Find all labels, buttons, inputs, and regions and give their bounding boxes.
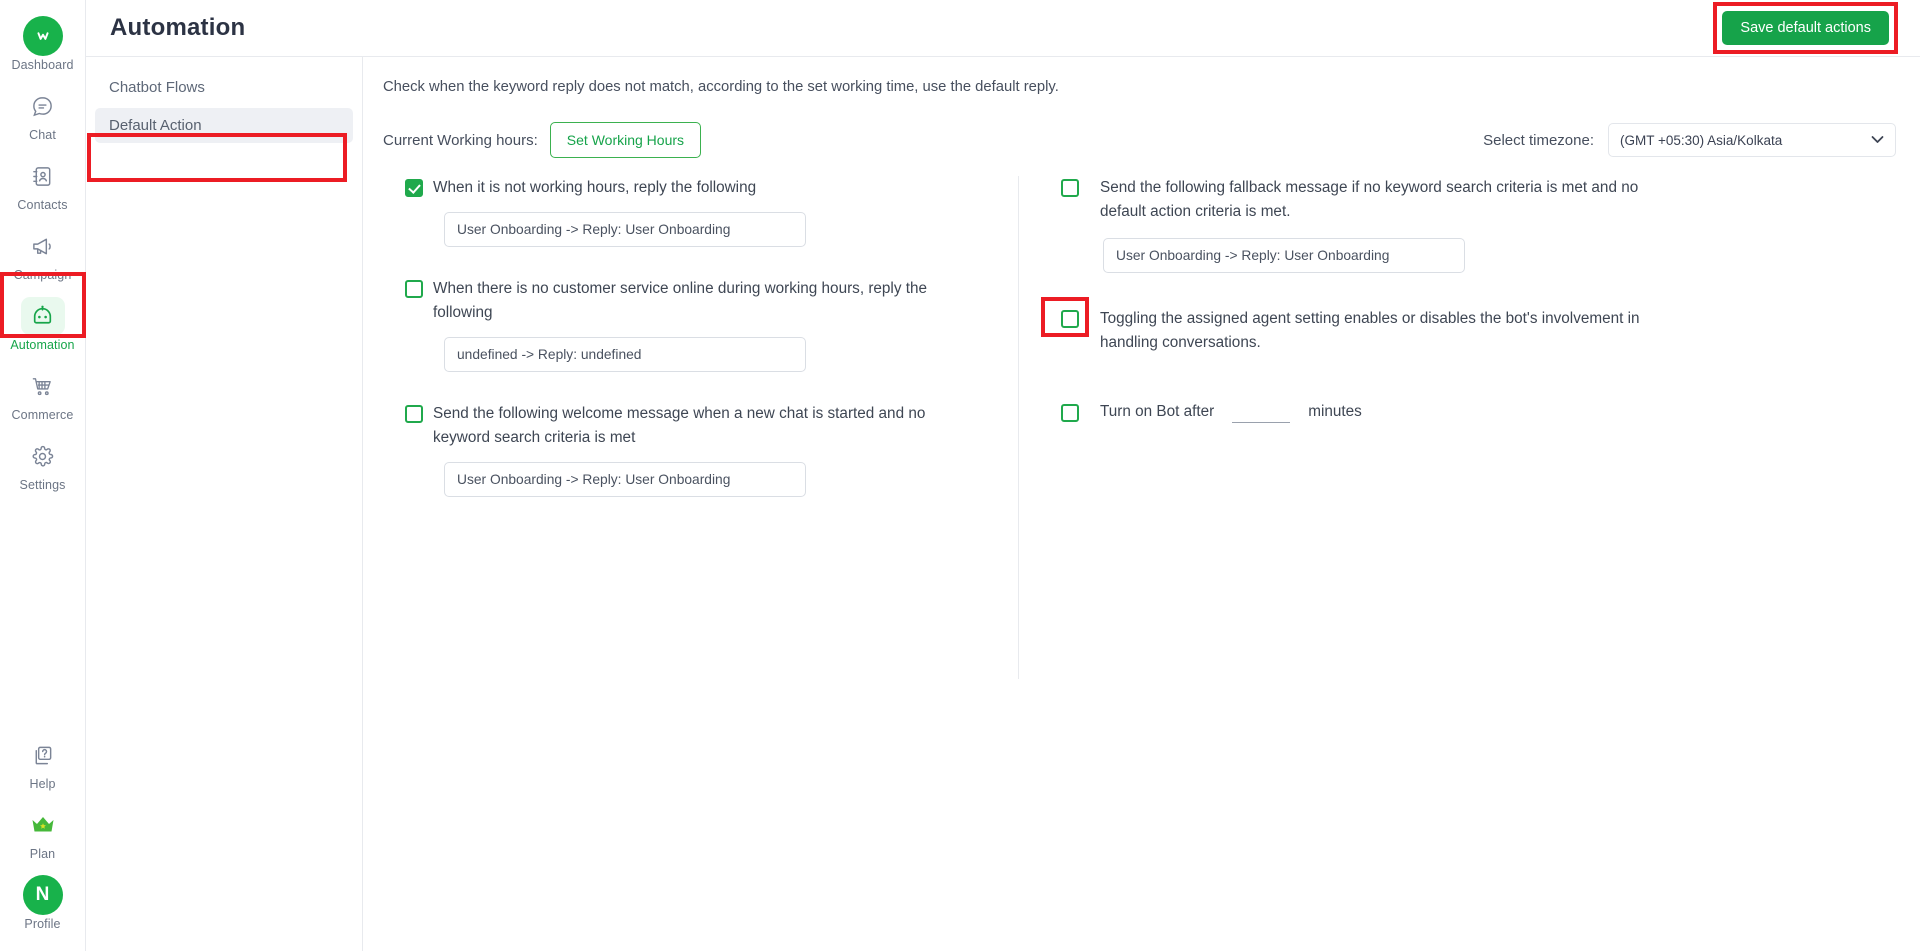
gear-icon xyxy=(21,437,65,475)
sidebar-item-label: Commerce xyxy=(11,408,74,422)
sidebar-item-label: Settings xyxy=(19,478,66,492)
app-root: Dashboard Chat Contacts Campaign Automat… xyxy=(0,0,1920,951)
option-turn-on-bot: Turn on Bot after minutes xyxy=(1043,401,1896,423)
primary-sidebar: Dashboard Chat Contacts Campaign Automat… xyxy=(0,0,86,951)
sidebar-item-label: Profile xyxy=(24,917,61,931)
turn-on-bot-row: Turn on Bot after minutes xyxy=(1100,401,1896,423)
option-label: When it is not working hours, reply the … xyxy=(433,179,757,196)
reply-select-not-working-hours[interactable]: User Onboarding -> Reply: User Onboardin… xyxy=(444,212,806,247)
sidebar-item-profile[interactable]: N Profile xyxy=(0,867,85,937)
sidebar-top-group: Dashboard Chat Contacts Campaign Automat… xyxy=(0,0,85,498)
checkbox-turn-on-bot[interactable] xyxy=(1061,404,1079,422)
shopping-cart-icon xyxy=(21,367,65,405)
subnav-item-default-action[interactable]: Default Action xyxy=(95,108,353,143)
option-label: Send the following welcome message when … xyxy=(433,405,926,446)
checkbox-not-working-hours[interactable] xyxy=(405,179,423,197)
timezone-select[interactable]: (GMT +05:30) Asia/Kolkata xyxy=(1608,123,1896,157)
sidebar-item-help[interactable]: Help xyxy=(0,727,85,797)
sidebar-item-label: Contacts xyxy=(17,198,68,212)
contacts-book-icon xyxy=(21,157,65,195)
timezone-group: Select timezone: (GMT +05:30) Asia/Kolka… xyxy=(1483,123,1896,157)
robot-icon xyxy=(20,297,65,335)
chat-bubble-icon xyxy=(21,87,65,125)
content-area: Automation Save default actions Chatbot … xyxy=(86,0,1920,951)
page-title: Automation xyxy=(110,14,246,41)
sidebar-item-chat[interactable]: Chat xyxy=(0,78,85,148)
subnav-item-label: Chatbot Flows xyxy=(109,79,205,96)
sidebar-item-label: Campaign xyxy=(13,268,72,282)
sidebar-item-label: Help xyxy=(29,777,56,791)
chevron-down-icon xyxy=(1871,134,1884,146)
options-columns: When it is not working hours, reply the … xyxy=(363,176,1920,679)
intro-text: Check when the keyword reply does not ma… xyxy=(383,79,1059,95)
secondary-sidebar: Chatbot Flows Default Action xyxy=(86,57,363,951)
sidebar-item-contacts[interactable]: Contacts xyxy=(0,148,85,218)
sidebar-item-plan[interactable]: Plan xyxy=(0,797,85,867)
checkbox-no-agent-online[interactable] xyxy=(405,280,423,298)
reply-select-no-agent-online[interactable]: undefined -> Reply: undefined xyxy=(444,337,806,372)
sidebar-item-commerce[interactable]: Commerce xyxy=(0,358,85,428)
working-hours-row: Current Working hours: Set Working Hours… xyxy=(363,97,1920,158)
turn-on-bot-prefix-label: Turn on Bot after xyxy=(1100,403,1215,420)
turn-on-bot-suffix-label: minutes xyxy=(1308,403,1362,420)
sidebar-item-campaign[interactable]: Campaign xyxy=(0,218,85,288)
sidebar-item-label: Chat xyxy=(29,128,56,142)
checkbox-welcome-message[interactable] xyxy=(405,405,423,423)
megaphone-icon xyxy=(21,227,65,265)
option-assigned-agent-toggle: Toggling the assigned agent setting enab… xyxy=(1041,297,1896,355)
avatar-icon: N xyxy=(21,875,65,915)
main-panel: Check when the keyword reply does not ma… xyxy=(363,57,1920,951)
option-label: Send the following fallback message if n… xyxy=(1100,179,1639,220)
left-options-column: When it is not working hours, reply the … xyxy=(383,176,1018,679)
save-default-actions-button[interactable]: Save default actions xyxy=(1722,11,1889,45)
logo-whatsapp-chat-icon xyxy=(21,16,65,56)
avatar: N xyxy=(22,875,63,915)
option-no-agent-online: When there is no customer service online… xyxy=(383,277,998,372)
working-hours-label: Current Working hours: xyxy=(383,131,538,149)
option-label: When there is no customer service online… xyxy=(433,280,927,321)
option-not-working-hours: When it is not working hours, reply the … xyxy=(383,176,998,247)
body-row: Chatbot Flows Default Action Check when … xyxy=(86,57,1920,951)
sidebar-item-dashboard[interactable]: Dashboard xyxy=(0,8,85,78)
sidebar-item-label: Automation xyxy=(10,338,75,352)
reply-select-fallback-message[interactable]: User Onboarding -> Reply: User Onboardin… xyxy=(1103,238,1465,273)
help-question-icon xyxy=(21,736,65,774)
option-fallback-message: Send the following fallback message if n… xyxy=(1043,176,1896,273)
checkbox-fallback-message[interactable] xyxy=(1061,179,1079,197)
sidebar-item-settings[interactable]: Settings xyxy=(0,428,85,498)
subnav-item-label: Default Action xyxy=(109,117,202,134)
checkbox-assigned-agent-toggle[interactable] xyxy=(1061,310,1079,328)
top-bar: Automation Save default actions xyxy=(86,0,1920,57)
set-working-hours-button[interactable]: Set Working Hours xyxy=(549,122,702,158)
subnav-item-chatbot-flows[interactable]: Chatbot Flows xyxy=(95,70,353,105)
bot-delay-minutes-input[interactable] xyxy=(1232,401,1291,423)
save-button-highlight-box: Save default actions xyxy=(1713,2,1898,54)
timezone-label: Select timezone: xyxy=(1483,131,1594,149)
sidebar-bottom-group: Help Plan N Profile xyxy=(0,727,85,951)
option-label: Toggling the assigned agent setting enab… xyxy=(1100,310,1640,351)
option-welcome-message: Send the following welcome message when … xyxy=(383,402,998,497)
sidebar-item-label: Dashboard xyxy=(11,58,74,72)
right-options-column: Send the following fallback message if n… xyxy=(1019,176,1896,679)
timezone-value: (GMT +05:30) Asia/Kolkata xyxy=(1620,132,1783,148)
sidebar-item-automation[interactable]: Automation xyxy=(0,288,85,358)
crown-icon xyxy=(21,806,65,844)
reply-select-welcome-message[interactable]: User Onboarding -> Reply: User Onboardin… xyxy=(444,462,806,497)
sidebar-item-label: Plan xyxy=(29,847,56,861)
